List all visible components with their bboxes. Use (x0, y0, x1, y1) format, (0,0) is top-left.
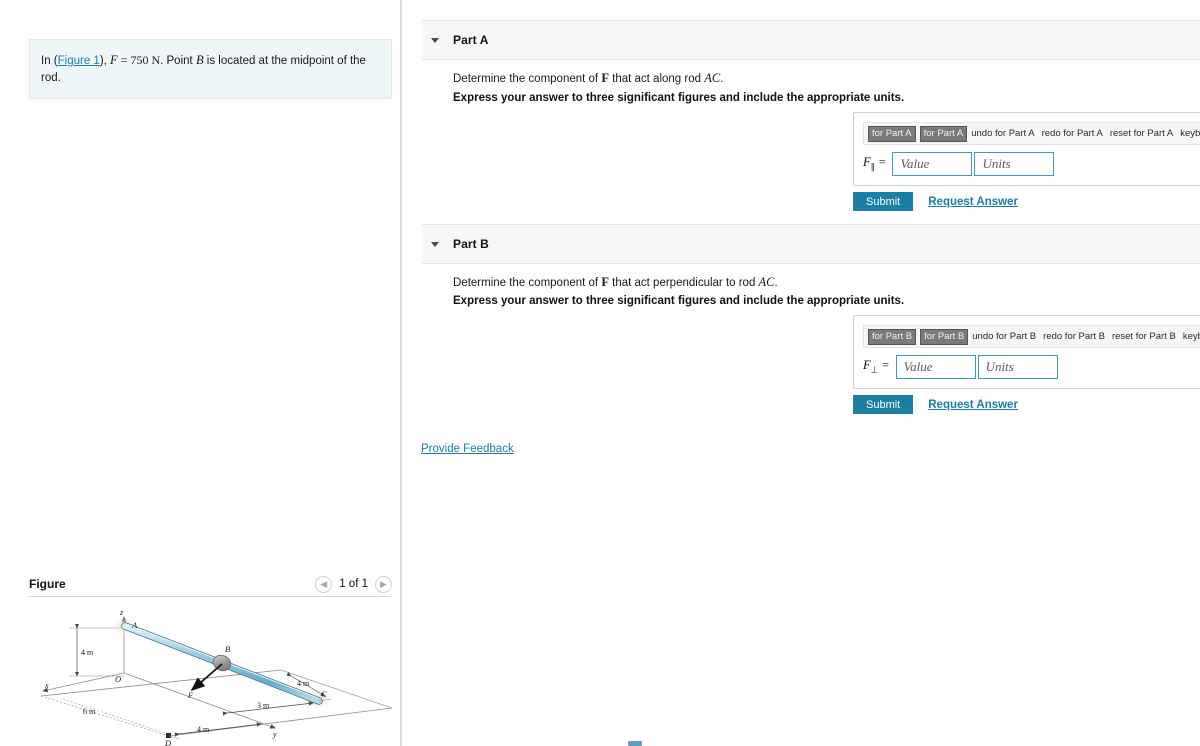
part-b-header[interactable]: Part B (422, 224, 1200, 264)
part-b-prompt-rod: AC (758, 275, 775, 289)
part-b-label-base: F (863, 358, 871, 373)
part-b-request-answer-link[interactable]: Request Answer (928, 399, 1018, 411)
part-a-label-equals: = (874, 155, 887, 170)
part-b-prompt-after: that act perpendicular to rod (608, 277, 759, 289)
axis-label-y: y (272, 730, 277, 739)
figure-panel-header: Figure ◀ 1 of 1 ▶ (29, 571, 392, 597)
part-a-title: Part A (453, 33, 489, 47)
part-b-toolbar-image-button-1[interactable]: for Part B (868, 328, 917, 345)
figure-panel-title: Figure (29, 577, 66, 591)
part-a-prompt: Determine the component of F that act al… (453, 71, 723, 86)
part-b-input-row: F⊥ = (863, 355, 1200, 379)
dimension-right: 4 m (297, 679, 310, 688)
part-a-label-base: F (863, 155, 871, 170)
part-a-prompt-rod: AC (704, 71, 721, 85)
force-value: = 750 N (117, 53, 161, 67)
part-b-value-input[interactable] (895, 355, 976, 379)
point-label-o: O (115, 674, 121, 684)
chevron-left-icon[interactable]: ◀ (315, 575, 333, 593)
part-b-prompt-before: Determine the component of (453, 277, 602, 289)
chevron-right-icon[interactable]: ▶ (375, 575, 392, 593)
axis-label-x: x (44, 681, 49, 690)
part-a-toolbar: for Part A for Part A undo for Part A re… (863, 122, 1200, 145)
part-a-prompt-after: that act along rod (608, 73, 705, 85)
problem-statement: In (Figure 1), F = 750 N. Point B is loc… (29, 39, 392, 100)
figure-divider (29, 596, 392, 597)
point-text: . Point (160, 55, 196, 67)
figure-1-link[interactable]: Figure 1 (58, 55, 100, 67)
part-b-title: Part B (453, 237, 489, 251)
problem-prefix: In ( (41, 55, 58, 67)
point-label-a: A (131, 620, 138, 630)
part-b-undo-button[interactable]: undo for Part B (972, 331, 1036, 342)
part-b-redo-button[interactable]: redo for Part B (1043, 331, 1105, 342)
part-b-keyboard-shortcuts-button[interactable]: keyboard shortcuts for Part B (1183, 331, 1200, 342)
part-b-prompt-vector: F (601, 275, 609, 289)
problem-middle: ), (99, 55, 111, 67)
caret-down-icon[interactable] (431, 37, 439, 43)
part-a-submit-row: Submit Request Answer (853, 192, 1018, 211)
point-label-d: D (164, 738, 172, 746)
part-b-variable-label: F⊥ = (863, 358, 890, 376)
part-a-units-input[interactable] (974, 152, 1055, 176)
part-b-label-equals: = (878, 358, 890, 373)
part-b-answer-box: for Part B for Part B undo for Part B re… (853, 315, 1200, 389)
part-b-units-input[interactable] (977, 355, 1058, 379)
part-a-answer-box: for Part A for Part A undo for Part A re… (853, 112, 1200, 186)
part-b-toolbar: for Part B for Part B undo for Part B re… (863, 325, 1200, 348)
part-b-prompt: Determine the component of F that act pe… (453, 275, 778, 290)
part-a-input-row: F∥ = (863, 152, 1200, 176)
dimension-bottom: 4 m (197, 725, 210, 734)
left-pane: In (Figure 1), F = 750 N. Point B is loc… (0, 0, 400, 746)
dimension-vertical: 4 m (81, 648, 94, 657)
bottom-partial-element (628, 741, 642, 746)
part-a-reset-button[interactable]: reset for Part A (1110, 128, 1173, 139)
point-symbol: B (195, 53, 204, 67)
point-label-c: C (321, 689, 327, 699)
part-b-instruction: Express your answer to three significant… (453, 295, 905, 307)
part-a-value-input[interactable] (892, 152, 973, 176)
part-a-prompt-before: Determine the component of (453, 73, 602, 85)
part-a-keyboard-shortcuts-button[interactable]: keyboard shortcuts for Part A (1180, 128, 1200, 139)
part-b-toolbar-image-button-2[interactable]: for Part B (920, 328, 969, 345)
part-a-instruction: Express your answer to three significant… (453, 92, 905, 104)
part-a-submit-button[interactable]: Submit (853, 192, 914, 211)
dimension-c: 3 m (257, 701, 270, 710)
part-a-redo-button[interactable]: redo for Part A (1042, 128, 1103, 139)
right-pane: Part A Determine the component of F that… (402, 0, 1200, 746)
part-a-prompt-period: . (720, 73, 724, 85)
caret-down-icon[interactable] (431, 241, 439, 247)
figure-navigation: ◀ 1 of 1 ▶ (315, 575, 392, 593)
figure-diagram[interactable]: z y x A B C D O F 4 m 6 m 4 m 3 m 4 m (29, 604, 393, 746)
force-label-f: F (187, 690, 194, 700)
axis-label-z: z (119, 608, 124, 617)
part-a-toolbar-image-button-2[interactable]: for Part A (919, 125, 968, 142)
part-a-prompt-vector: F (601, 71, 609, 85)
statics-rod-diagram: z y x A B C D O F 4 m 6 m 4 m 3 m 4 m (40, 608, 393, 746)
part-b-submit-button[interactable]: Submit (853, 395, 914, 414)
part-a-toolbar-image-button-1[interactable]: for Part A (868, 125, 916, 142)
part-b-label-subscript: ⊥ (870, 364, 879, 375)
part-b-prompt-period: . (774, 277, 778, 289)
dimension-left: 6 m (83, 707, 96, 716)
part-b-submit-row: Submit Request Answer (853, 395, 1018, 414)
force-symbol: F (110, 53, 118, 67)
part-a-header[interactable]: Part A (422, 20, 1200, 60)
mastering-physics-problem-page: In (Figure 1), F = 750 N. Point B is loc… (0, 0, 1200, 746)
part-a-request-answer-link[interactable]: Request Answer (928, 196, 1018, 208)
point-label-b: B (225, 644, 230, 654)
part-a-undo-button[interactable]: undo for Part A (971, 128, 1034, 139)
part-a-variable-label: F∥ = (863, 155, 886, 173)
figure-count-label: 1 of 1 (339, 578, 368, 590)
part-b-reset-button[interactable]: reset for Part B (1112, 331, 1176, 342)
provide-feedback-link[interactable]: Provide Feedback (421, 443, 514, 455)
